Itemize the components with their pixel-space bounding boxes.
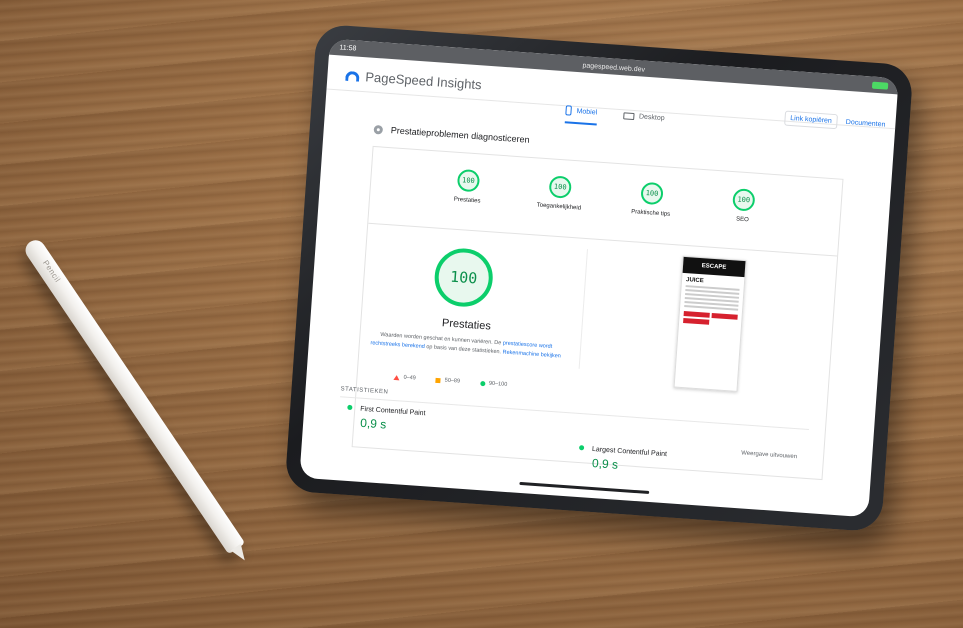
docs-link[interactable]: Documenten xyxy=(846,119,886,129)
gauge-label: Prestaties xyxy=(453,196,481,205)
gauge-accessibility[interactable]: 100 Toegankelijkheid xyxy=(527,174,591,238)
page-screenshot-thumbnail: ESCAPE JUICE xyxy=(673,255,747,392)
pagespeed-logo-icon xyxy=(345,70,360,82)
gauge-label: SEO xyxy=(735,216,749,224)
legend-pass: 90–100 xyxy=(479,380,508,388)
square-icon xyxy=(435,377,441,383)
pencil-tip xyxy=(230,543,250,564)
copy-link-button[interactable]: Link kopiëren xyxy=(783,110,839,130)
gauge-label: Toegankelijkheid xyxy=(536,202,582,212)
thumb-button xyxy=(683,317,710,325)
tab-desktop-label: Desktop xyxy=(638,112,665,122)
legend-average-label: 50–89 xyxy=(444,377,461,385)
expand-view-link[interactable]: Weergave uitvouwen xyxy=(741,450,797,460)
performance-score-ring: 100 xyxy=(432,246,495,309)
stats-heading: STATISTIEKEN xyxy=(340,386,389,396)
wooden-table: Pencil 11:58 pagespeed.web.dev PageSpeed… xyxy=(0,0,963,628)
gauge-ring: 100 xyxy=(548,175,572,199)
home-indicator[interactable] xyxy=(519,481,650,495)
gauge-seo[interactable]: 100 SEO xyxy=(710,187,774,251)
performance-section: 100 Prestaties Waarden worden geschat en… xyxy=(340,224,837,496)
circle-icon xyxy=(479,380,486,386)
diagnose-icon xyxy=(373,124,384,135)
gauge-label: Praktische tips xyxy=(630,209,671,218)
status-time: 11:58 xyxy=(339,43,357,53)
header-actions: Link kopiëren Documenten xyxy=(783,110,886,133)
metric-lcp-value: 0,9 s xyxy=(591,455,619,472)
address-url[interactable]: pagespeed.web.dev xyxy=(582,62,645,73)
thumb-button xyxy=(711,312,738,320)
tab-mobile-label: Mobiel xyxy=(576,107,598,116)
thumb-button xyxy=(683,311,710,318)
calculator-link[interactable]: Rekenmachine bekijken xyxy=(502,349,561,359)
ipad: 11:58 pagespeed.web.dev PageSpeed Insigh… xyxy=(284,23,914,533)
tab-mobile[interactable]: Mobiel xyxy=(564,105,598,126)
diagnose-heading: Prestatieproblemen diagnosticeren xyxy=(373,124,530,145)
logo-text: PageSpeed Insights xyxy=(364,69,483,93)
logo[interactable]: PageSpeed Insights xyxy=(345,68,482,92)
laptop-icon xyxy=(622,111,635,120)
gauge-best-practices[interactable]: 100 Praktische tips xyxy=(619,180,683,244)
tab-desktop[interactable]: Desktop xyxy=(622,109,665,130)
performance-title: Prestaties xyxy=(441,317,492,333)
gauge-ring: 100 xyxy=(732,188,756,212)
section-divider xyxy=(578,249,588,369)
gauge-ring: 100 xyxy=(456,168,481,193)
legend-average: 50–89 xyxy=(435,377,461,385)
metric-fcp-value: 0,9 s xyxy=(359,415,387,432)
thumb-buttons xyxy=(683,311,738,327)
desc-text-2: op basis van deze statistieken. xyxy=(424,344,503,356)
performance-description: Waarden worden geschat en kunnen variëre… xyxy=(366,330,567,362)
gauge-ring: 100 xyxy=(640,181,664,206)
apple-pencil: Pencil xyxy=(21,236,250,564)
report-panel: 100 Prestaties 100 Toegankelijkheid 100 … xyxy=(340,145,844,481)
score-legend: 0–49 50–89 90–100 xyxy=(393,374,507,388)
legend-fail-label: 0–49 xyxy=(403,374,417,382)
legend-fail: 0–49 xyxy=(393,374,417,382)
diagnose-title: Prestatieproblemen diagnosticeren xyxy=(390,125,530,145)
pass-dot-icon xyxy=(347,404,353,411)
battery-icon xyxy=(871,81,889,90)
ipad-screen: 11:58 pagespeed.web.dev PageSpeed Insigh… xyxy=(299,38,899,518)
triangle-icon xyxy=(393,374,400,380)
status-right xyxy=(871,81,889,90)
thumb-body: JUICE xyxy=(679,273,745,331)
metric-lcp: Largest Contentful Paint 0,9 s xyxy=(578,445,667,475)
metric-fcp: First Contentful Paint 0,9 s xyxy=(346,404,426,434)
pass-dot-icon xyxy=(578,445,585,451)
phone-icon xyxy=(565,105,572,116)
gauge-performance[interactable]: 100 Prestaties xyxy=(435,168,499,232)
pencil-brand: Pencil xyxy=(40,258,63,285)
legend-pass-label: 90–100 xyxy=(488,380,508,388)
